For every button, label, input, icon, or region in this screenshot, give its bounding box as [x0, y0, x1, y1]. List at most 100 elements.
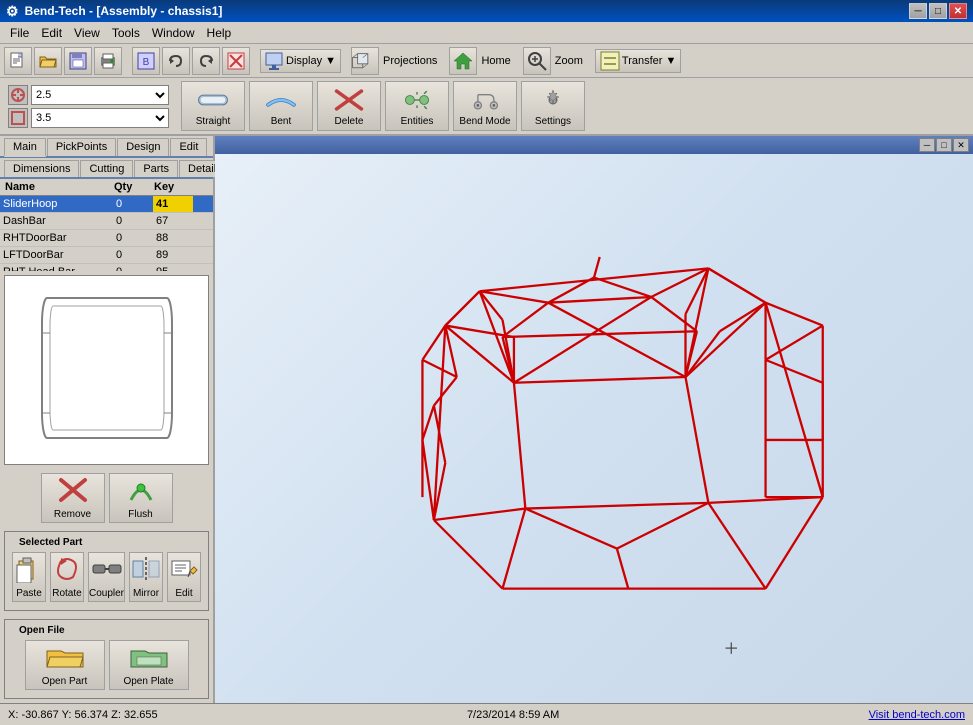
- selected-part-label: Selected Part: [17, 537, 84, 548]
- bendmode-icon: [469, 86, 501, 114]
- remove-button[interactable]: Remove: [41, 473, 105, 523]
- mdi-restore[interactable]: □: [936, 138, 952, 152]
- part-row[interactable]: SliderHoop 0 41: [0, 196, 213, 213]
- dim2-input[interactable]: 3.5: [31, 108, 169, 128]
- titlebar: ⚙ Bend-Tech - [Assembly - chassis1] ─ □ …: [0, 0, 973, 22]
- maximize-button[interactable]: □: [929, 3, 947, 19]
- coupler-button[interactable]: Coupler: [88, 552, 125, 602]
- part-row[interactable]: LFTDoorBar 0 89: [0, 247, 213, 264]
- dim1-input[interactable]: 2.5: [31, 85, 169, 105]
- open-file-buttons: Open Part Open Plate: [9, 636, 204, 694]
- open-part-button[interactable]: Open Part: [25, 640, 105, 690]
- part-key: 95: [153, 264, 193, 271]
- tab-design[interactable]: Design: [117, 138, 169, 156]
- minimize-button[interactable]: ─: [909, 3, 927, 19]
- transfer-dropdown[interactable]: Transfer ▼: [595, 49, 682, 73]
- settings-icon: [537, 86, 569, 114]
- close-button[interactable]: ✕: [949, 3, 967, 19]
- tab-parts[interactable]: Parts: [134, 160, 178, 177]
- menu-view[interactable]: View: [68, 24, 106, 42]
- zoom-label[interactable]: Zoom: [553, 55, 585, 67]
- toolbar-redx[interactable]: [222, 47, 250, 75]
- 3d-viewport[interactable]: ─ □ ✕: [215, 136, 973, 703]
- tab-dimensions[interactable]: Dimensions: [4, 160, 79, 177]
- menu-tools[interactable]: Tools: [106, 24, 146, 42]
- straight-icon: [197, 86, 229, 114]
- tab-cutting[interactable]: Cutting: [80, 160, 133, 177]
- toolbar: B Display ▼ Projections Home Zoom Transf: [0, 44, 973, 78]
- website-link[interactable]: Visit bend-tech.com: [869, 709, 965, 721]
- toolbar-home[interactable]: [449, 47, 477, 75]
- toolbar-redo[interactable]: [192, 47, 220, 75]
- mdi-minimize[interactable]: ─: [919, 138, 935, 152]
- delete-button[interactable]: Delete: [317, 81, 381, 131]
- bent-button[interactable]: Bent: [249, 81, 313, 131]
- mirror-button[interactable]: Mirror: [129, 552, 163, 602]
- toolbar-save[interactable]: [64, 47, 92, 75]
- toolbar-extra1[interactable]: B: [132, 47, 160, 75]
- paste-icon: [13, 555, 45, 586]
- entities-label: Entities: [401, 116, 434, 127]
- entities-button[interactable]: Entities: [385, 81, 449, 131]
- part-name: DashBar: [0, 213, 113, 229]
- part-row[interactable]: RHT Head Bar 0 95: [0, 264, 213, 271]
- selected-part-buttons: Paste Rotate: [9, 548, 204, 606]
- window-title: Bend-Tech - [Assembly - chassis1]: [25, 4, 223, 18]
- toolrow: 2.5 3.5 Straight Bent: [0, 78, 973, 136]
- home-label[interactable]: Home: [479, 55, 512, 67]
- paste-button[interactable]: Paste: [12, 552, 46, 602]
- menu-file[interactable]: File: [4, 24, 35, 42]
- part-row[interactable]: RHTDoorBar 0 88: [0, 230, 213, 247]
- toolbar-open[interactable]: [34, 47, 62, 75]
- edit-part-button[interactable]: Edit: [167, 552, 201, 602]
- open-part-icon: [45, 643, 85, 674]
- menu-edit[interactable]: Edit: [35, 24, 68, 42]
- menubar: File Edit View Tools Window Help: [0, 22, 973, 44]
- display-label: Display ▼: [286, 55, 336, 67]
- part-key: 67: [153, 213, 193, 229]
- rotate-button[interactable]: Rotate: [50, 552, 84, 602]
- projections-label[interactable]: Projections: [381, 55, 439, 67]
- bendmode-button[interactable]: Bend Mode: [453, 81, 517, 131]
- tab-main[interactable]: Main: [4, 138, 46, 157]
- tab-edit[interactable]: Edit: [170, 138, 207, 156]
- part-name: RHTDoorBar: [0, 230, 113, 246]
- toolbar-print[interactable]: [94, 47, 122, 75]
- part-qty: 0: [113, 196, 153, 212]
- titlebar-controls: ─ □ ✕: [909, 3, 967, 19]
- toolbar-new[interactable]: [4, 47, 32, 75]
- part-name: LFTDoorBar: [0, 247, 113, 263]
- open-part-label: Open Part: [42, 676, 88, 687]
- action-buttons: Remove Flush: [0, 469, 213, 527]
- mdi-close[interactable]: ✕: [953, 138, 969, 152]
- straight-button[interactable]: Straight: [181, 81, 245, 131]
- flush-button[interactable]: Flush: [109, 473, 173, 523]
- parts-header: Name Qty Key: [0, 179, 213, 196]
- tab-pickpoints[interactable]: PickPoints: [47, 138, 116, 156]
- toolbar-projections[interactable]: [351, 47, 379, 75]
- toolbar-zoom[interactable]: [523, 47, 551, 75]
- remove-label: Remove: [54, 509, 91, 520]
- bendmode-label: Bend Mode: [459, 116, 510, 127]
- toolbar-undo[interactable]: [162, 47, 190, 75]
- rotate-label: Rotate: [52, 588, 81, 599]
- open-plate-label: Open Plate: [123, 676, 173, 687]
- mirror-icon: [130, 555, 162, 586]
- paste-label: Paste: [16, 588, 42, 599]
- statusbar: X: -30.867 Y: 56.374 Z: 32.655 7/23/2014…: [0, 703, 973, 725]
- part-qty: 0: [113, 230, 153, 246]
- bent-label: Bent: [271, 116, 292, 127]
- display-dropdown[interactable]: Display ▼: [260, 49, 341, 73]
- parts-list: Name Qty Key SliderHoop 0 41 DashBar 0 6…: [0, 179, 213, 271]
- settings-label: Settings: [535, 116, 571, 127]
- menu-window[interactable]: Window: [146, 24, 201, 42]
- menu-help[interactable]: Help: [201, 24, 238, 42]
- settings-button[interactable]: Settings: [521, 81, 585, 131]
- edit-icon: [168, 555, 200, 586]
- part-row[interactable]: DashBar 0 67: [0, 213, 213, 230]
- entities-icon: [401, 86, 433, 114]
- open-plate-button[interactable]: Open Plate: [109, 640, 189, 690]
- open-file-group: Open File Open Part: [4, 619, 209, 699]
- delete-label: Delete: [335, 116, 364, 127]
- content-area: Main PickPoints Design Edit Dimensions C…: [0, 136, 973, 703]
